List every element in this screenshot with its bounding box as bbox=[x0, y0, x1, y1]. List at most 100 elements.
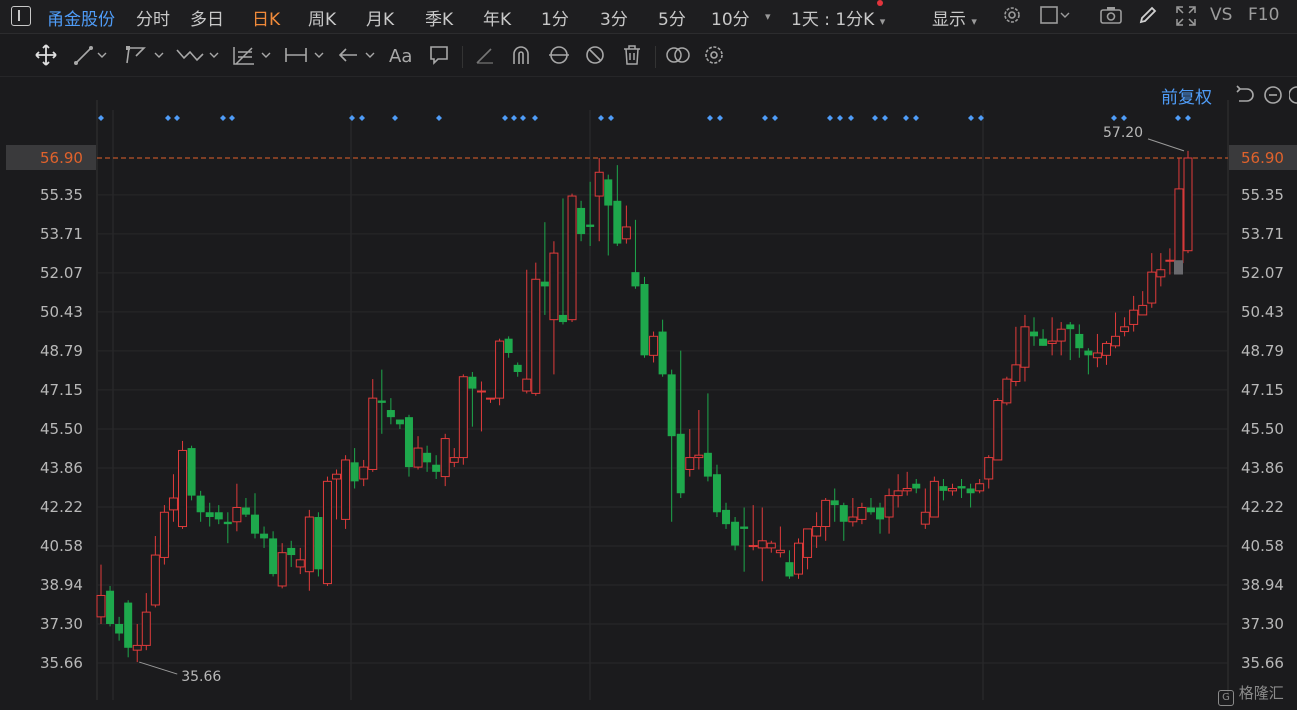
candle-body bbox=[567, 195, 577, 321]
candle bbox=[432, 455, 441, 479]
candle bbox=[124, 600, 133, 658]
candle bbox=[486, 397, 496, 403]
event-marker-diamond bbox=[502, 115, 508, 121]
candle bbox=[649, 331, 659, 363]
candle-body bbox=[1165, 259, 1175, 262]
candle-body bbox=[848, 516, 858, 523]
candle-body bbox=[250, 514, 259, 534]
candle-body bbox=[468, 376, 477, 389]
candle-body bbox=[812, 526, 822, 537]
candle-body bbox=[1011, 364, 1021, 382]
candle bbox=[260, 526, 269, 548]
candle-body bbox=[106, 590, 115, 625]
kline-chart[interactable]: 56.90 56.90 55.35 55.35 53.71 53.71 52.07 52.07… bbox=[0, 0, 1297, 710]
candle-body bbox=[685, 457, 695, 470]
candle bbox=[694, 410, 704, 470]
candle bbox=[1147, 253, 1157, 308]
candle-body bbox=[703, 452, 712, 477]
candle-body bbox=[803, 528, 813, 558]
candle bbox=[386, 398, 395, 425]
y-tick-label-left: 43.86 bbox=[40, 459, 83, 477]
candle-body bbox=[476, 390, 486, 393]
candle-body bbox=[667, 374, 676, 437]
candle bbox=[404, 414, 413, 477]
candle-body bbox=[912, 483, 921, 489]
candle-body bbox=[1120, 326, 1130, 333]
candle bbox=[947, 483, 957, 496]
candle bbox=[522, 269, 532, 394]
candle-body bbox=[1020, 326, 1030, 368]
candle-body bbox=[287, 547, 296, 556]
event-marker-diamond bbox=[772, 115, 778, 121]
candle-body bbox=[368, 397, 378, 470]
candle bbox=[341, 455, 351, 529]
candle-body bbox=[214, 512, 223, 520]
candle-body bbox=[332, 473, 342, 480]
event-marker-diamond bbox=[1175, 115, 1181, 121]
candle bbox=[504, 336, 513, 358]
y-tick-label-right: 53.71 bbox=[1241, 225, 1284, 243]
candle bbox=[613, 165, 622, 246]
y-tick-label-left: 40.58 bbox=[40, 537, 83, 555]
candle bbox=[558, 198, 567, 325]
candle-body bbox=[658, 331, 667, 375]
candle-body bbox=[458, 376, 468, 459]
y-tick-label-left: 50.43 bbox=[40, 303, 83, 321]
candle-body bbox=[604, 179, 613, 206]
y-tick-label-right: 35.66 bbox=[1241, 654, 1284, 672]
candle bbox=[902, 471, 912, 496]
candle-body bbox=[449, 457, 459, 463]
y-tick-label-left: 53.71 bbox=[40, 225, 83, 243]
candle-body bbox=[947, 487, 957, 492]
candle-body bbox=[124, 602, 133, 648]
candle bbox=[1183, 150, 1193, 254]
event-marker-diamond bbox=[827, 115, 833, 121]
candle bbox=[1020, 314, 1030, 382]
event-marker-diamond bbox=[1111, 115, 1117, 121]
candle bbox=[740, 507, 749, 572]
candle-body bbox=[196, 495, 205, 513]
candle-body bbox=[640, 284, 649, 356]
y-tick-label-right: 37.30 bbox=[1241, 615, 1284, 633]
candle-body bbox=[993, 400, 1003, 461]
candle bbox=[1165, 248, 1175, 275]
candle-body bbox=[902, 487, 912, 492]
event-marker-diamond bbox=[174, 115, 180, 121]
candle bbox=[1075, 324, 1084, 358]
candle bbox=[993, 398, 1003, 461]
candle-body bbox=[187, 448, 196, 496]
candle bbox=[458, 374, 468, 465]
candle-body bbox=[748, 545, 758, 548]
candle bbox=[884, 488, 894, 534]
candle bbox=[1030, 317, 1039, 346]
candle bbox=[975, 478, 985, 494]
candle bbox=[839, 502, 848, 541]
candle bbox=[141, 593, 151, 651]
candle bbox=[1011, 326, 1021, 387]
candle bbox=[178, 440, 188, 529]
event-marker-diamond bbox=[392, 115, 398, 121]
candle bbox=[377, 369, 386, 434]
candle-body bbox=[232, 507, 242, 523]
candle bbox=[857, 502, 867, 525]
candle-body bbox=[722, 509, 731, 525]
candle bbox=[658, 319, 667, 377]
candle-body bbox=[775, 549, 785, 554]
candle bbox=[223, 512, 232, 544]
candle-body bbox=[96, 594, 106, 618]
candle bbox=[586, 181, 595, 246]
event-marker-diamond bbox=[520, 115, 526, 121]
candle bbox=[766, 540, 776, 553]
candle bbox=[314, 512, 323, 577]
candle-body bbox=[314, 517, 323, 570]
candle bbox=[785, 550, 794, 579]
candle-body bbox=[785, 562, 794, 577]
y-tick-label-left: 47.15 bbox=[40, 381, 83, 399]
max-label-leader bbox=[1147, 138, 1185, 152]
candle bbox=[250, 493, 259, 539]
candle-body bbox=[440, 438, 450, 478]
candle-body bbox=[295, 559, 305, 568]
candle-body bbox=[975, 483, 985, 492]
candle bbox=[631, 219, 640, 289]
y-tick-label-right: 48.79 bbox=[1241, 342, 1284, 360]
